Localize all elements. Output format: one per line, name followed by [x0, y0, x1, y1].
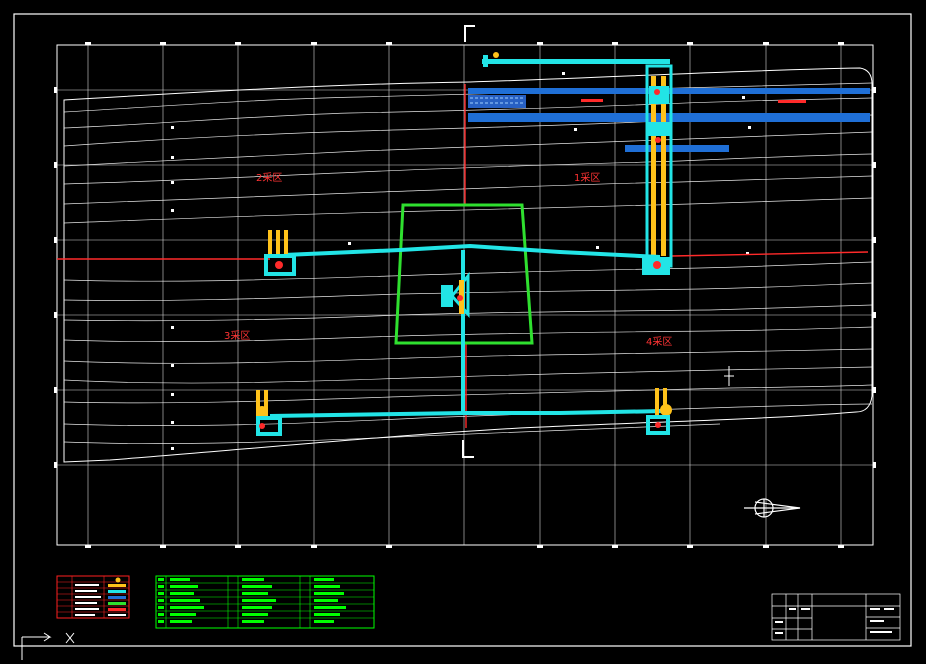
- zone-label-1: 1采区: [574, 172, 600, 184]
- main-haulage-roadways: [269, 243, 666, 418]
- section-marker-top: [464, 25, 475, 42]
- central-shaft-station: [441, 271, 470, 318]
- cyan-roadway-top: [482, 52, 670, 67]
- contour-lines: [63, 82, 873, 444]
- north-arrow-icon: [744, 498, 801, 518]
- section-marker-bottom: [462, 440, 474, 458]
- elevation-marker: [724, 366, 734, 386]
- equipment-table: [155, 575, 375, 629]
- station-zone-3: [256, 390, 282, 436]
- station-zone-2: [264, 230, 296, 276]
- mine-plan-drawing: 1采区 2采区 3采区 4采区: [13, 13, 912, 660]
- zone-label-3: 3采区: [224, 330, 250, 342]
- title-block: [771, 593, 901, 641]
- title-block-text-marks: [775, 608, 894, 634]
- legend-table: [56, 575, 130, 619]
- ventilation-shaft-column: [642, 64, 673, 275]
- zone-label-2: 2采区: [256, 172, 282, 184]
- zone-label-4: 4采区: [646, 336, 672, 348]
